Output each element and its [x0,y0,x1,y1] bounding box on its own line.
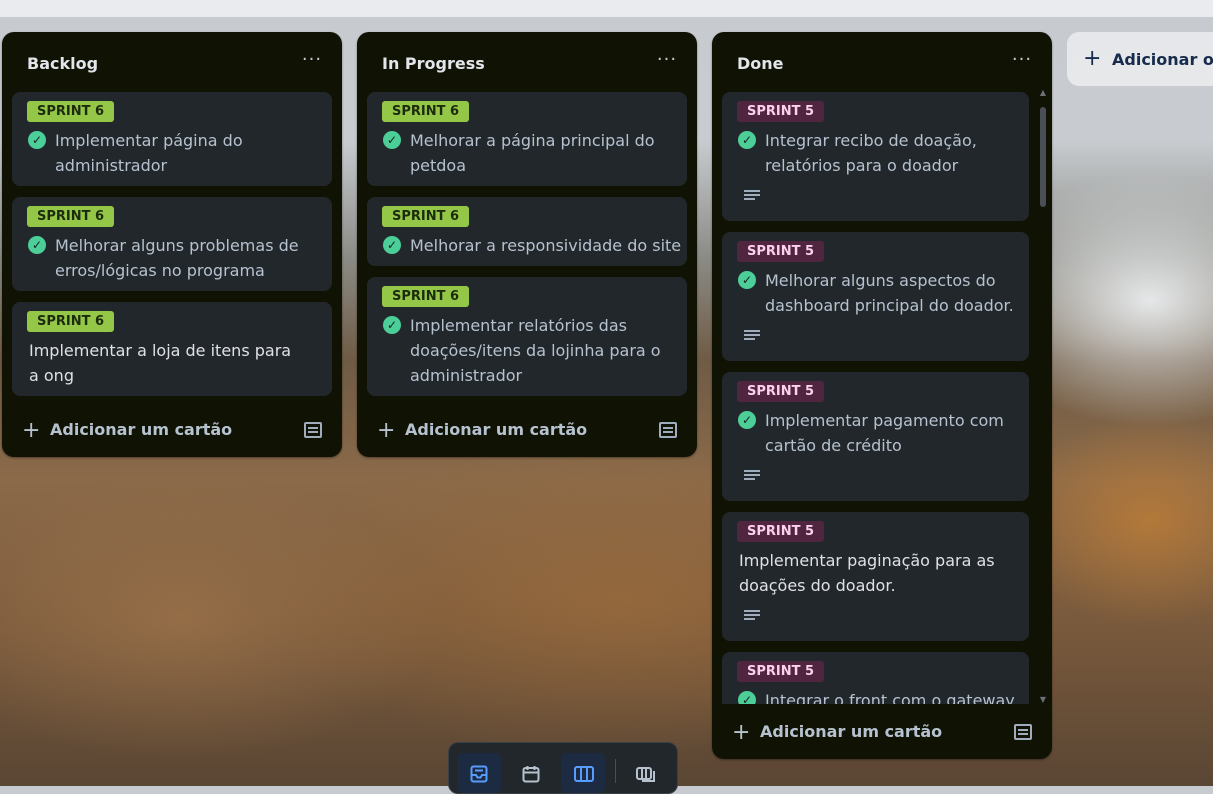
plus-icon: + [732,720,751,745]
list-in-progress: In Progress ··· SPRINT 6 ✓ Melhorar a pá… [357,32,697,457]
add-card-label: Adicionar um cartão [760,722,943,741]
card[interactable]: SPRINT 5 ✓ Implementar pagamento com car… [722,372,1029,501]
card[interactable]: SPRINT 5 ✓ Integrar recibo de doação, re… [722,92,1029,221]
card-title-line: Integrar o front com o gateway [765,691,1015,704]
card-title-line: Melhorar a página principal do [410,131,655,150]
description-icon [744,330,760,344]
checkmark-icon[interactable]: ✓ [28,131,46,149]
checkmark-icon[interactable]: ✓ [738,131,756,149]
description-icon [744,470,760,484]
card[interactable]: SPRINT 5 ✓ Integrar o front com o gatewa… [722,652,1029,704]
card-title-line: Melhorar a responsividade do site [410,236,682,255]
checkmark-icon[interactable]: ✓ [383,316,401,334]
card-label[interactable]: SPRINT 5 [737,241,825,262]
card-label[interactable]: SPRINT 5 [737,101,825,122]
checkmark-icon[interactable]: ✓ [383,131,401,149]
plus-icon: + [22,418,41,443]
card-title-line: erros/lógicas no programa [55,261,265,280]
plus-icon: + [377,418,396,443]
card-title-line: Implementar página do [55,131,243,150]
switch-boards-button[interactable] [623,753,667,793]
card-title-line: Melhorar alguns problemas de [55,236,299,255]
card-label[interactable]: SPRINT 6 [382,206,470,227]
card-title-line: dashboard principal do doador. [765,296,1014,315]
dock-divider [615,759,616,783]
card-title-line: Implementar a loja de itens para [29,341,292,360]
planner-button[interactable] [509,753,553,793]
board-button[interactable] [561,753,605,793]
scroll-up-icon[interactable]: ▲ [1039,89,1047,97]
checkmark-icon[interactable]: ✓ [738,411,756,429]
card-title-line: Implementar pagamento com [765,411,1004,430]
plus-icon: + [1083,46,1102,71]
scrollbar[interactable]: ▲ ▼ [1039,89,1047,704]
card-title-line: relatórios para o doador [765,156,959,175]
card-template-icon[interactable] [1014,724,1032,740]
list-title[interactable]: Done [737,54,784,73]
card[interactable]: SPRINT 6 ✓ Melhorar a responsividade do … [367,197,687,266]
scroll-down-icon[interactable]: ▼ [1039,696,1047,704]
card[interactable]: SPRINT 6 ✓ Melhorar alguns problemas de … [12,197,332,291]
card-title-line: administrador [410,366,523,385]
add-card-label: Adicionar um cartão [50,420,233,439]
view-switcher-dock [448,742,678,794]
description-icon [744,610,760,624]
card[interactable]: SPRINT 6 ✓ Implementar página do adminis… [12,92,332,186]
list-menu-icon[interactable]: ··· [300,50,324,74]
description-icon [744,190,760,204]
list-done: Done ··· SPRINT 5 ✓ Integrar recibo de d… [712,32,1052,759]
card-label[interactable]: SPRINT 5 [737,661,825,682]
add-card-button[interactable]: + Adicionar um cartão [732,720,942,745]
add-card-button[interactable]: + Adicionar um cartão [22,418,232,443]
card-title-line: doações do doador. [739,576,896,595]
checkmark-icon[interactable]: ✓ [738,271,756,289]
checkmark-icon[interactable]: ✓ [738,691,756,704]
card-label[interactable]: SPRINT 6 [27,101,115,122]
card-label[interactable]: SPRINT 5 [737,381,825,402]
card-title-line: a ong [29,366,74,385]
checkmark-icon[interactable]: ✓ [28,236,46,254]
card[interactable]: SPRINT 5 Implementar paginação para as d… [722,512,1029,641]
card-title-line: Implementar relatórios das [410,316,627,335]
list-backlog: Backlog ··· SPRINT 6 ✓ Implementar págin… [2,32,342,457]
card-list-scroll-area[interactable]: SPRINT 5 ✓ Integrar recibo de doação, re… [712,92,1052,704]
inbox-icon [470,765,488,783]
card-title-line: Integrar recibo de doação, [765,131,977,150]
add-list-button[interactable]: + Adicionar ou [1067,32,1213,86]
card-label[interactable]: SPRINT 6 [27,206,115,227]
card-title-line: administrador [55,156,168,175]
inbox-button[interactable] [457,753,501,793]
card[interactable]: SPRINT 5 ✓ Melhorar alguns aspectos do d… [722,232,1029,361]
scrollbar-thumb[interactable] [1040,107,1046,207]
card-title-line: petdoa [410,156,467,175]
card-label[interactable]: SPRINT 6 [382,286,470,307]
card-template-icon[interactable] [659,422,677,438]
list-menu-icon[interactable]: ··· [655,50,679,74]
list-title[interactable]: In Progress [382,54,485,73]
checkmark-icon[interactable]: ✓ [383,236,401,254]
card-label[interactable]: SPRINT 6 [27,311,115,332]
card-label[interactable]: SPRINT 5 [737,521,825,542]
card[interactable]: SPRINT 6 Implementar a loja de itens par… [12,302,332,396]
card[interactable]: SPRINT 6 ✓ Implementar relatórios das do… [367,277,687,396]
window-top-bar [0,0,1213,17]
list-menu-icon[interactable]: ··· [1010,50,1034,74]
card-template-icon[interactable] [304,422,322,438]
add-list-label: Adicionar ou [1112,50,1213,69]
add-card-button[interactable]: + Adicionar um cartão [377,418,587,443]
card-title-line: cartão de crédito [765,436,902,455]
card-title-line: Implementar paginação para as [739,551,995,570]
board-icon [574,766,594,782]
switch-boards-icon [636,767,655,782]
card[interactable]: SPRINT 6 ✓ Melhorar a página principal d… [367,92,687,186]
card-title-line: doações/itens da lojinha para o [410,341,661,360]
list-title[interactable]: Backlog [27,54,98,73]
add-card-label: Adicionar um cartão [405,420,588,439]
calendar-icon [522,766,540,783]
card-title-line: Melhorar alguns aspectos do [765,271,996,290]
card-label[interactable]: SPRINT 6 [382,101,470,122]
